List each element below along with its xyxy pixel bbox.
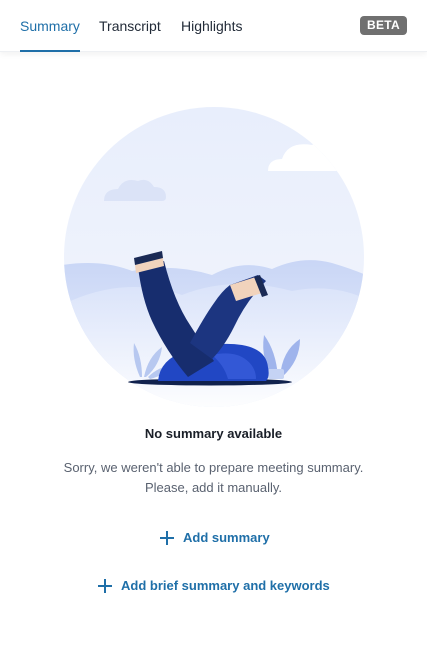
- add-brief-summary-label: Add brief summary and keywords: [121, 578, 330, 593]
- person-fallen-in-hole-illustration: [64, 107, 364, 407]
- add-summary-button[interactable]: Add summary: [160, 526, 270, 550]
- tab-highlights[interactable]: Highlights: [181, 0, 242, 52]
- tab-transcript[interactable]: Transcript: [99, 0, 161, 52]
- empty-state-description: Sorry, we weren't able to prepare meetin…: [63, 460, 364, 495]
- top-tab-bar: Summary Transcript Highlights BETA: [0, 0, 427, 52]
- beta-badge: BETA: [360, 16, 407, 35]
- add-summary-label: Add summary: [183, 530, 270, 545]
- add-brief-summary-button[interactable]: Add brief summary and keywords: [98, 574, 330, 598]
- plus-icon: [160, 531, 174, 545]
- tab-summary[interactable]: Summary: [20, 0, 80, 52]
- plus-icon: [98, 579, 112, 593]
- empty-state-title: No summary available: [144, 426, 283, 441]
